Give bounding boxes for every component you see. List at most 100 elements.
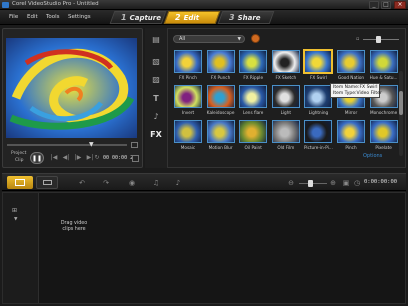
timeline-timecode[interactable]: 0:00:00:00 [364, 179, 397, 185]
thumbnail-label: Lens flare [242, 110, 264, 115]
record-capture-icon[interactable]: ◉ [126, 178, 138, 188]
scrub-bar[interactable] [7, 144, 127, 146]
title-icon[interactable]: T [149, 93, 163, 104]
browse-icon[interactable] [251, 34, 260, 43]
step-number: 3 [229, 13, 235, 22]
menu-bar: File Edit Tools Settings 1 Capture 2 Edit … [0, 10, 408, 25]
maximize-button[interactable]: □ [381, 1, 391, 9]
storyboard-view-button[interactable] [7, 176, 33, 189]
minimize-button[interactable]: _ [369, 1, 379, 9]
thumbnail-label: Lightning [308, 110, 329, 115]
next-frame-icon[interactable]: |▶ [73, 154, 83, 162]
menu-tools[interactable]: Tools [46, 14, 60, 20]
redo-icon[interactable]: ↷ [100, 178, 112, 188]
step-tab-edit[interactable]: 2 Edit [163, 11, 221, 24]
clip-label[interactable]: Clip [15, 158, 24, 163]
audio-mixer-icon[interactable]: ♫ [150, 178, 162, 188]
filter-thumbnail[interactable] [174, 85, 202, 108]
timeline-icon [43, 180, 52, 185]
zoom-in-icon[interactable]: ⊕ [327, 178, 339, 188]
zoom-out-icon[interactable]: ⊖ [285, 178, 297, 188]
title-bar: Corel VideoStudio Pro - Untitled _ □ × [0, 0, 408, 10]
options-label[interactable]: Options [363, 153, 382, 159]
repeat-icon[interactable]: ↻ [92, 154, 102, 162]
home-icon[interactable]: |◀ [49, 154, 59, 162]
filter-icon[interactable]: FX [149, 129, 163, 140]
filter-thumbnail[interactable] [271, 120, 300, 143]
thumbnail-label: FX Pinch [179, 75, 197, 80]
window-title: Corel VideoStudio Pro - Untitled [12, 1, 99, 7]
filter-thumbnail[interactable] [304, 50, 333, 73]
library-scrollbar[interactable] [399, 71, 403, 156]
thumbnail-label: Mosaic [180, 145, 196, 150]
storyboard-icon [15, 179, 25, 186]
filter-thumbnail[interactable] [206, 50, 235, 73]
step-tab-capture[interactable]: 1 Capture [109, 11, 167, 24]
filter-thumbnail[interactable] [337, 50, 365, 73]
thumbnail-label: FX Swirl [310, 75, 327, 80]
filter-thumbnail[interactable] [337, 120, 365, 143]
fullscreen-icon[interactable] [132, 155, 139, 162]
zoom-small-icon: ▫ [356, 36, 360, 42]
transition-icon[interactable]: ▧ [149, 56, 163, 67]
thumbnail-label: Motion Blur [208, 145, 233, 150]
filter-thumbnail[interactable] [206, 120, 235, 143]
timecode[interactable]: 00 00:00 2 [103, 155, 133, 161]
step-label: Edit [183, 13, 200, 22]
audio-icon[interactable]: ♪ [149, 111, 163, 122]
filter-thumbnail[interactable] [239, 120, 268, 143]
project-label[interactable]: Project [11, 151, 26, 156]
thumbnail-label: Hue & Satu... [369, 75, 398, 80]
storyboard-area[interactable]: ⊞ ▼ Drag video clips here [2, 192, 406, 304]
chevron-down-icon[interactable]: ▼ [14, 217, 17, 222]
expand-icon[interactable] [131, 142, 138, 148]
scrollbar-thumb[interactable] [399, 91, 403, 115]
filter-thumbnail[interactable] [174, 50, 202, 73]
filter-thumbnail[interactable] [271, 85, 300, 108]
auto-music-icon[interactable]: ♪ [172, 178, 184, 188]
step-tab-share[interactable]: 3 Share [217, 11, 275, 24]
close-button[interactable]: × [394, 1, 406, 9]
filter-thumbnail[interactable] [174, 120, 202, 143]
filter-thumbnail[interactable] [304, 85, 333, 108]
clock-icon: ◷ [353, 179, 361, 187]
thumbnail-label: Pinch [345, 145, 357, 150]
thumbnail-label: FX Ripple [243, 75, 264, 80]
drag-hint: Drag video clips here [60, 221, 88, 232]
menu-file[interactable]: File [9, 14, 18, 20]
play-icon[interactable]: ❚❚ [30, 152, 44, 164]
filter-thumbnail[interactable] [304, 120, 333, 143]
menu-settings[interactable]: Settings [68, 14, 91, 20]
swirl-image [6, 38, 137, 138]
thumbnail-size-slider[interactable] [363, 39, 399, 40]
track-manager-icon[interactable]: ⊞ [12, 207, 17, 214]
prev-frame-icon[interactable]: ◀| [61, 154, 71, 162]
filter-thumbnail[interactable] [239, 85, 268, 108]
zoom-slider-handle[interactable] [308, 180, 313, 187]
thumbnail-label: FX Punch [210, 75, 231, 80]
filter-thumbnail[interactable] [206, 85, 235, 108]
menu-edit[interactable]: Edit [27, 14, 38, 20]
scrub-handle-icon[interactable]: ▼ [89, 141, 94, 148]
thumbnail-label: Pixelate [375, 145, 392, 150]
step-label: Share [237, 13, 261, 22]
preview-panel: ▼ Project Clip ❚❚ |◀ ◀| |▶ ▶| ↻ 00 00:00… [2, 28, 143, 168]
thumbnail-label: Light [280, 110, 292, 115]
timeline-view-button[interactable] [36, 176, 58, 189]
preview-video [6, 38, 137, 138]
library-filter-dropdown[interactable]: All ▼ [173, 35, 245, 43]
thumbnail-label: Good Nation [337, 75, 365, 80]
track-header: ⊞ ▼ [3, 193, 39, 303]
thumbnail-label: Kaleidoscope [206, 110, 235, 115]
zoom-slider[interactable] [299, 183, 327, 184]
filter-thumbnail[interactable] [369, 120, 398, 143]
graphic-icon[interactable]: ▨ [149, 74, 163, 85]
filter-thumbnail[interactable] [239, 50, 268, 73]
filter-thumbnail[interactable] [369, 50, 398, 73]
step-label: Capture [129, 13, 161, 22]
filter-thumbnail[interactable] [271, 50, 300, 73]
chevron-down-icon: ▼ [237, 37, 241, 42]
media-icon[interactable]: ▤ [149, 34, 163, 45]
slider-handle[interactable] [376, 36, 381, 43]
undo-icon[interactable]: ↶ [76, 178, 88, 188]
